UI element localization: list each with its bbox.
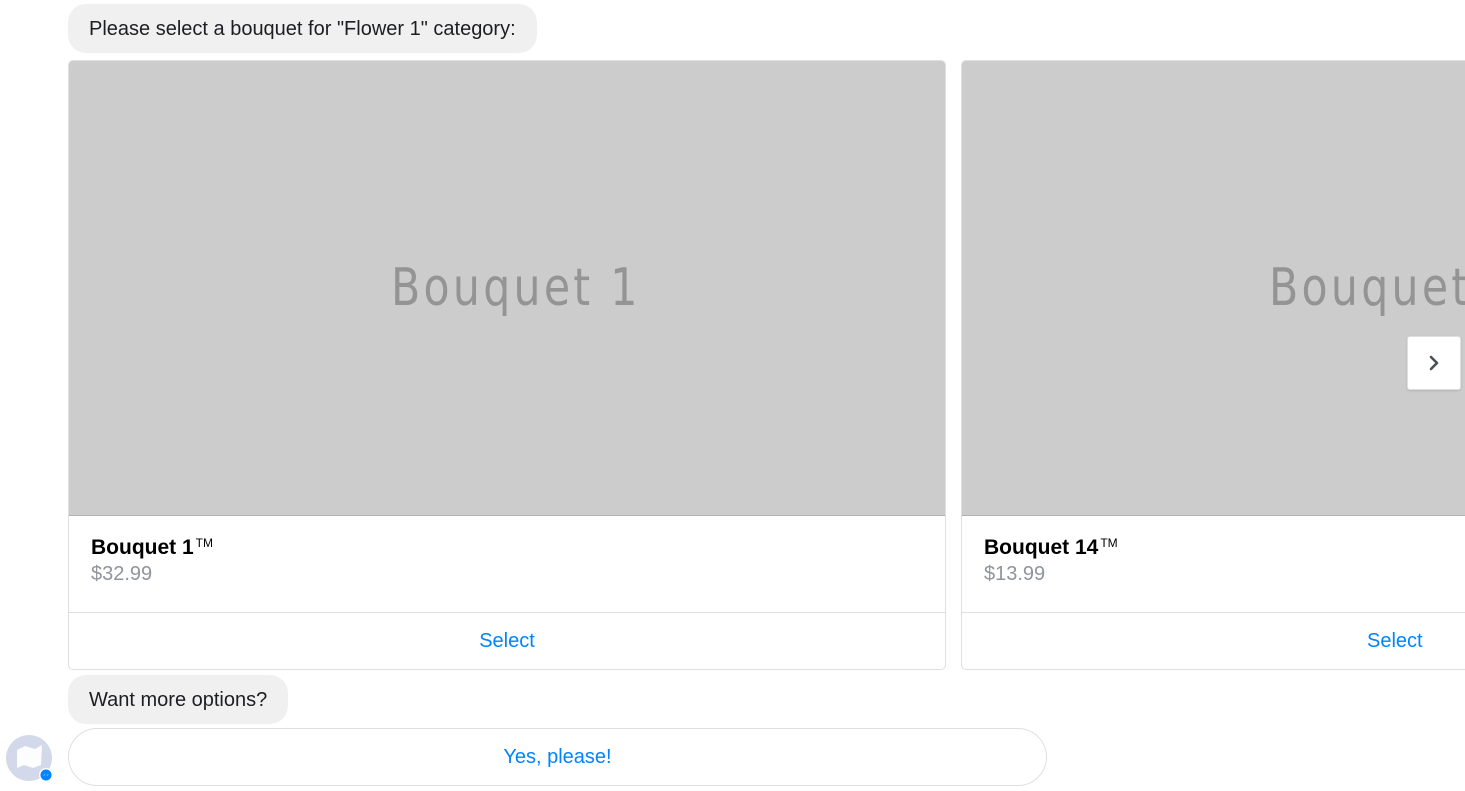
card-title-text: Bouquet 1 bbox=[91, 536, 194, 559]
bouquet-image-label: Bouquet 1 bbox=[391, 258, 641, 318]
card-info: Bouquet 1 TM $32.99 bbox=[69, 516, 945, 613]
card-title-text: Bouquet 14 bbox=[984, 536, 1099, 559]
bot-message-text: Please select a bouquet for "Flower 1" c… bbox=[89, 17, 516, 40]
chevron-right-icon bbox=[1429, 355, 1439, 371]
card-title: Bouquet 1 TM bbox=[91, 530, 923, 561]
messenger-badge-icon bbox=[39, 768, 53, 782]
bouquet-image-label: Bouquet 14 bbox=[1269, 258, 1465, 318]
card-price: $13.99 bbox=[984, 563, 1046, 585]
carousel-next-button[interactable] bbox=[1407, 336, 1461, 390]
bouquet-image[interactable]: Bouquet 14 bbox=[962, 61, 1465, 516]
card-price: $32.99 bbox=[91, 563, 153, 585]
bot-message-text: Want more options? bbox=[89, 688, 268, 711]
bot-message-bubble: Please select a bouquet for "Flower 1" c… bbox=[68, 4, 537, 53]
card-info: Bouquet 14 TM $13.99 bbox=[962, 516, 1465, 613]
trademark-symbol: TM bbox=[1100, 536, 1118, 550]
card-title: Bouquet 14 TM bbox=[984, 530, 1458, 561]
trademark-symbol: TM bbox=[195, 536, 213, 550]
chat-thread: Please select a bouquet for "Flower 1" c… bbox=[0, 0, 1465, 791]
select-button[interactable]: Select bbox=[962, 613, 1465, 669]
bouquet-card: Bouquet 14 Bouquet 14TM $13.99 Select bbox=[961, 60, 1465, 670]
quick-reply-button[interactable]: Yes, please! bbox=[68, 728, 1047, 786]
bouquet-image[interactable]: Bouquet 1 bbox=[69, 61, 945, 516]
bot-message-bubble: Want more options? bbox=[68, 675, 289, 724]
select-button[interactable]: Select bbox=[69, 613, 945, 669]
bouquet-card: Bouquet 1 Bouquet 1 TM $32.99 Select bbox=[68, 60, 946, 670]
bot-avatar-icon bbox=[6, 735, 53, 782]
